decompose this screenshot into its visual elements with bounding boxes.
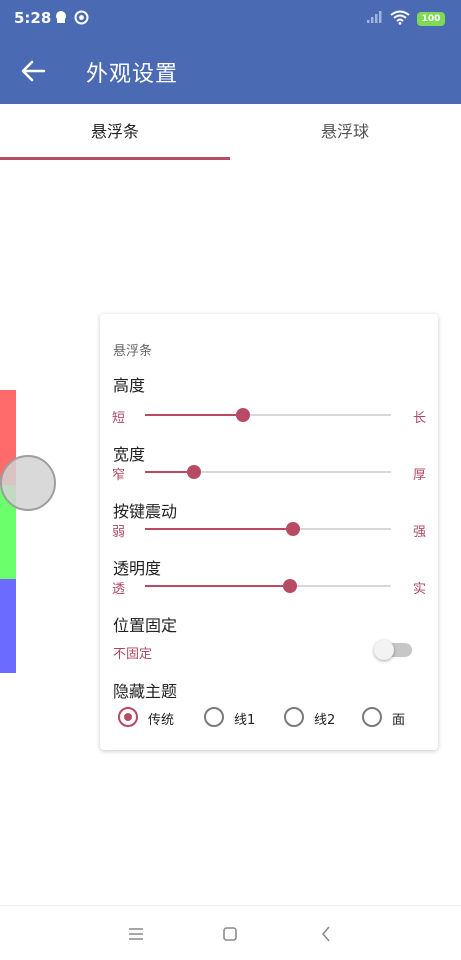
- radio-label: 线2: [314, 713, 336, 728]
- top-bar: 5:28 100 外观设置: [0, 0, 461, 104]
- vibration-min-label: 弱: [112, 525, 126, 540]
- arrow-left-icon[interactable]: [20, 59, 46, 83]
- slider-fill: [145, 414, 244, 416]
- slider-fill: [145, 585, 291, 587]
- radio-label: 传统: [148, 713, 175, 728]
- page-title: 外观设置: [86, 62, 179, 87]
- theme-radio-group: 传统 线1 线2 面: [118, 707, 428, 733]
- card-title: 悬浮条: [113, 344, 153, 359]
- battery-indicator: 100: [417, 12, 445, 26]
- switch-thumb: [374, 640, 394, 660]
- notification-ghost-icon: [56, 11, 66, 23]
- height-slider[interactable]: [145, 408, 391, 422]
- slider-thumb[interactable]: [187, 465, 202, 479]
- height-label: 高度: [113, 376, 146, 395]
- wifi-icon: [390, 10, 410, 25]
- position-fixed-label: 位置固定: [113, 616, 178, 635]
- tab-bar: 悬浮条 悬浮球: [0, 104, 461, 160]
- slider-fill: [145, 528, 293, 530]
- slider-thumb[interactable]: [236, 408, 251, 422]
- tab-floating-bar[interactable]: 悬浮条: [0, 104, 230, 160]
- position-fixed-value: 不固定: [113, 647, 153, 662]
- height-max-label: 长: [412, 411, 426, 426]
- slider-thumb[interactable]: [285, 522, 300, 536]
- square-icon[interactable]: [220, 924, 240, 944]
- hide-theme-label: 隐藏主题: [113, 682, 178, 701]
- tab-label: 悬浮球: [320, 122, 369, 141]
- menu-icon[interactable]: [126, 924, 146, 944]
- radio-label: 线1: [234, 713, 256, 728]
- radio-circle: [284, 707, 304, 727]
- opacity-slider[interactable]: [145, 579, 391, 593]
- status-time: 5:28: [14, 9, 52, 27]
- bar-segment-blue: [0, 579, 16, 673]
- system-nav-bar: [0, 905, 461, 960]
- radio-circle: [362, 707, 382, 727]
- tab-floating-ball[interactable]: 悬浮球: [230, 104, 460, 160]
- width-max-label: 厚: [412, 468, 426, 483]
- screen: 5:28 100 外观设置 悬浮条 悬浮球 悬浮条 高度 短 长 宽度 窄 厚 …: [0, 0, 461, 960]
- vibration-max-label: 强: [412, 525, 426, 540]
- position-fixed-switch[interactable]: [374, 640, 414, 660]
- tab-label: 悬浮条: [90, 122, 139, 141]
- opacity-min-label: 透: [112, 582, 126, 597]
- radio-label: 面: [392, 713, 406, 728]
- tab-indicator: [0, 157, 230, 160]
- slider-thumb[interactable]: [283, 579, 298, 593]
- vibration-slider[interactable]: [145, 522, 391, 536]
- opacity-label: 透明度: [113, 559, 162, 578]
- width-min-label: 窄: [112, 468, 126, 483]
- floating-bar-preview[interactable]: [0, 390, 16, 673]
- radio-circle: [118, 707, 138, 727]
- floating-bar-handle[interactable]: [0, 455, 56, 511]
- signal-icon: [367, 11, 382, 23]
- status-bar: 5:28 100: [0, 0, 461, 40]
- height-min-label: 短: [112, 411, 126, 426]
- radio-circle: [204, 707, 224, 727]
- width-label: 宽度: [113, 445, 146, 464]
- settings-card: 悬浮条 高度 短 长 宽度 窄 厚 按键震动 弱 强 透明度 透 实 位置固定 …: [100, 314, 438, 750]
- opacity-max-label: 实: [412, 582, 426, 597]
- chevron-left-icon[interactable]: [316, 924, 336, 944]
- notification-app-icon: [74, 10, 89, 25]
- width-slider[interactable]: [145, 465, 391, 479]
- vibration-label: 按键震动: [113, 502, 178, 521]
